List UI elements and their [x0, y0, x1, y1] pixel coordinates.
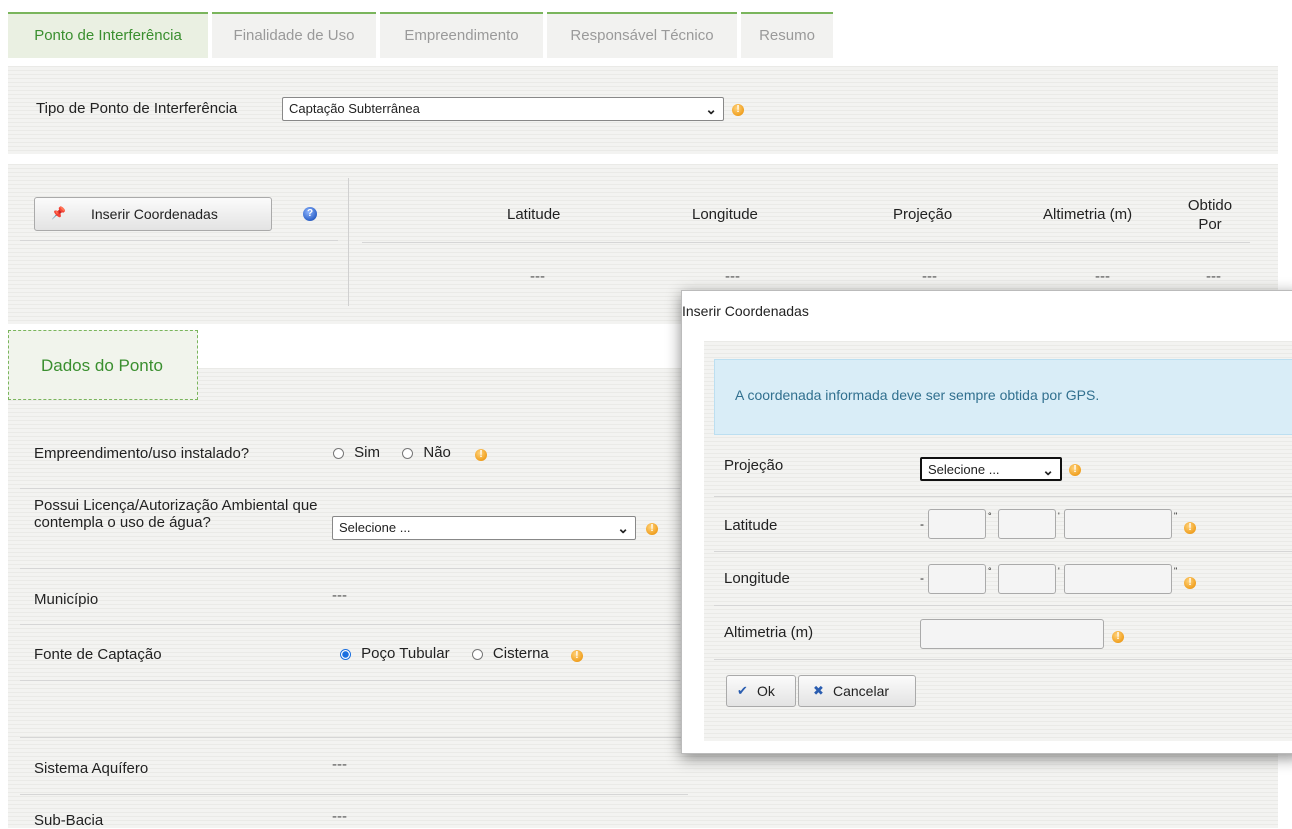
subbacia-label: Sub-Bacia [34, 812, 104, 829]
radio-nao[interactable] [402, 447, 414, 459]
subbacia-value: --- [332, 808, 347, 825]
chevron-down-icon: ⌄ [705, 101, 717, 117]
divider [20, 488, 680, 489]
empreendimento-radio-group: Sim Não ! [333, 444, 488, 461]
latitude-label: Latitude [724, 517, 778, 534]
warning-icon: ! [1112, 631, 1124, 643]
insert-coordinates-label: Inserir Coordenadas [91, 206, 218, 222]
warning-icon: ! [732, 104, 744, 116]
warning-icon: ! [475, 449, 488, 461]
latitude-seconds-input[interactable] [1064, 509, 1172, 539]
column-obtido-por: Obtido Por [1187, 197, 1233, 233]
column-longitude: Longitude [692, 206, 758, 223]
warning-icon: ! [1184, 577, 1196, 589]
section-header-band [198, 368, 688, 400]
altimetria-input[interactable] [920, 619, 1104, 649]
fonte-label: Fonte de Captação [34, 646, 162, 663]
tab-ponto-de-interferencia[interactable]: Ponto de Interferência [8, 12, 208, 58]
warning-icon: ! [570, 650, 583, 662]
radio-poco-tubular[interactable] [340, 648, 351, 660]
warning-icon: ! [1069, 464, 1081, 476]
divider [20, 680, 680, 681]
radio-cisterna-label: Cisterna [492, 645, 549, 662]
warning-icon: ! [1184, 522, 1196, 534]
tab-responsavel-tecnico[interactable]: Responsável Técnico [547, 12, 737, 58]
section-header-box: Dados do Ponto [8, 330, 198, 400]
licenca-value: Selecione ... [339, 520, 411, 535]
divider [20, 568, 680, 569]
minute-symbol: ' [1058, 566, 1060, 576]
longitude-label: Longitude [724, 570, 790, 587]
radio-nao-label: Não [423, 444, 451, 461]
divider [20, 240, 338, 241]
divider [20, 624, 680, 625]
column-latitude: Latitude [507, 206, 561, 223]
empreendimento-label: Empreendimento/uso instalado? [34, 445, 250, 462]
longitude-minutes-input[interactable] [998, 564, 1056, 594]
licenca-label: Possui Licença/Autorização Ambiental que… [34, 497, 318, 531]
tab-empreendimento[interactable]: Empreendimento [380, 12, 543, 58]
divider [714, 496, 1292, 497]
municipio-label: Município [34, 591, 99, 608]
help-icon[interactable]: ? [303, 207, 317, 221]
projecao-value: Selecione ... [928, 462, 1000, 477]
close-icon: ✖ [813, 683, 824, 698]
insert-coordinates-button[interactable]: 📌 Inserir Coordenadas [34, 197, 272, 231]
aquifero-value: --- [332, 756, 347, 773]
pin-icon: 📌 [51, 206, 66, 220]
info-alert-text: A coordenada informada deve ser sempre o… [735, 387, 1100, 403]
cell-latitude: --- [530, 268, 545, 285]
projecao-select[interactable]: Selecione ... ⌄ [920, 457, 1062, 481]
latitude-degrees-input[interactable] [928, 509, 986, 539]
second-symbol: " [1174, 511, 1178, 521]
insert-coordinates-dialog: Inserir Coordenadas A coordenada informa… [681, 290, 1292, 754]
projecao-label: Projeção [724, 457, 784, 474]
check-icon: ✔ [737, 683, 748, 698]
second-symbol: " [1174, 566, 1178, 576]
latitude-sign: - [920, 517, 924, 531]
longitude-degrees-input[interactable] [928, 564, 986, 594]
altimetria-label: Altimetria (m) [724, 624, 814, 641]
divider [714, 551, 1292, 552]
tab-finalidade-de-uso[interactable]: Finalidade de Uso [212, 12, 376, 58]
radio-poco-label: Poço Tubular [361, 645, 450, 662]
dialog-title: Inserir Coordenadas [682, 303, 809, 319]
chevron-down-icon: ⌄ [1042, 462, 1054, 478]
cell-obtido-por: --- [1206, 268, 1221, 285]
degree-symbol: ° [988, 566, 992, 576]
radio-cisterna[interactable] [471, 648, 483, 660]
cell-altimetria: --- [1095, 268, 1110, 285]
radio-sim[interactable] [333, 447, 344, 459]
cell-projecao: --- [922, 268, 937, 285]
tipo-ponto-label: Tipo de Ponto de Interferência [36, 100, 238, 117]
ok-button[interactable]: ✔ Ok [726, 675, 796, 707]
radio-sim-label: Sim [354, 444, 381, 461]
divider [714, 659, 1292, 660]
latitude-minutes-input[interactable] [998, 509, 1056, 539]
tipo-ponto-select[interactable]: Captação Subterrânea ⌄ [282, 97, 724, 121]
licenca-select[interactable]: Selecione ... ⌄ [332, 516, 636, 540]
divider [348, 178, 349, 306]
municipio-value: --- [332, 587, 347, 604]
ok-label: Ok [757, 683, 775, 699]
divider [362, 242, 1250, 243]
aquifero-label: Sistema Aquífero [34, 760, 149, 777]
warning-icon: ! [646, 523, 658, 535]
column-projecao: Projeção [893, 206, 953, 223]
column-altimetria: Altimetria (m) [1043, 206, 1133, 223]
chevron-down-icon: ⌄ [617, 520, 629, 536]
cancel-button[interactable]: ✖ Cancelar [798, 675, 916, 707]
fonte-radio-group: Poço Tubular Cisterna ! [340, 645, 583, 662]
cell-longitude: --- [725, 268, 740, 285]
longitude-sign: - [920, 571, 924, 585]
tipo-ponto-value: Captação Subterrânea [289, 101, 420, 116]
divider [714, 605, 1292, 606]
info-alert: A coordenada informada deve ser sempre o… [714, 359, 1292, 435]
longitude-seconds-input[interactable] [1064, 564, 1172, 594]
cancel-label: Cancelar [833, 683, 890, 699]
section-title: Dados do Ponto [41, 356, 163, 375]
degree-symbol: ° [988, 511, 992, 521]
minute-symbol: ' [1058, 511, 1060, 521]
tab-resumo[interactable]: Resumo [741, 12, 833, 58]
